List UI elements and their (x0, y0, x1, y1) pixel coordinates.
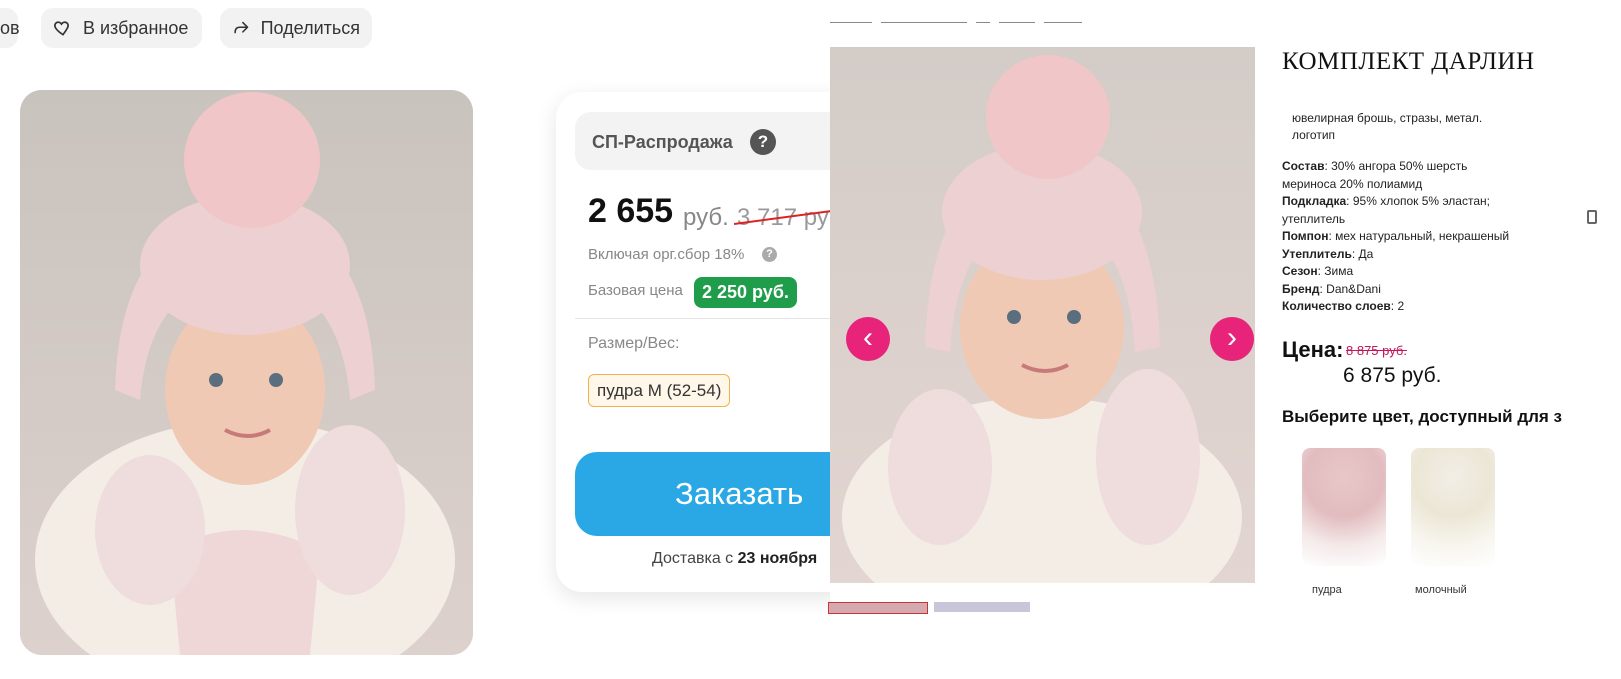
truncated-chip-label: ов (0, 17, 20, 38)
product-detail-panel: ‹ › КОМПЛЕКТ ДАРЛИН ювелирная брошь, стр… (828, 0, 1621, 679)
product-photo[interactable] (20, 90, 473, 655)
color-variant-milk[interactable] (1403, 440, 1503, 570)
breadcrumb-link[interactable] (999, 14, 1036, 23)
base-price-badge: 2 250 руб. (694, 277, 797, 308)
spec-row: Количество слоев: 2 (1282, 299, 1405, 313)
fee-help-icon[interactable]: ? (762, 247, 777, 262)
order-button[interactable]: Заказать (575, 452, 865, 536)
breadcrumb-link[interactable] (881, 14, 968, 23)
delivery-date: 23 ноября (737, 550, 818, 567)
size-label: Размер/Вес: (588, 335, 680, 352)
truncated-chip[interactable]: ов (0, 8, 20, 48)
child-in-hat-image (830, 47, 1255, 637)
child-in-hat-image (20, 90, 473, 655)
spec-row: Бренд: Dan&Dani (1282, 281, 1381, 296)
share-label: Поделиться (260, 17, 360, 38)
price: 2 655 (588, 192, 674, 230)
spec-row: Утеплитель: Да (1282, 246, 1374, 261)
delivery-prefix: Доставка с (652, 550, 734, 567)
spec-row: Состав: 30% ангора 50% шерсть мериноса 2… (1282, 159, 1468, 191)
product-description: ювелирная брошь, стразы, метал. логотип (1292, 111, 1483, 142)
old-price: 8 875 руб. (1346, 343, 1407, 358)
share-icon (234, 21, 249, 34)
color-variant-pudra[interactable] (1294, 440, 1394, 570)
breadcrumb-link[interactable] (1044, 14, 1083, 23)
fee-text: Включая орг.сбор 18% (588, 246, 745, 263)
size-option[interactable]: пудра M (52-54) (588, 374, 731, 407)
price-label: Цена: (1282, 337, 1344, 362)
divider (575, 318, 865, 319)
specs-list: Состав: 30% ангора 50% шерсть мериноса 2… (1282, 158, 1512, 316)
variant-image (1411, 448, 1495, 566)
gallery-thumbnail[interactable] (828, 602, 928, 614)
delivery-info: Доставка с 23 ноября (652, 550, 817, 568)
sale-title: СП-Распродажа (592, 132, 733, 152)
spec-row: Помпон: мех натуральный, некрашеный (1282, 229, 1510, 243)
product-title: КОМПЛЕКТ ДАРЛИН (1282, 48, 1535, 75)
current-price: 6 875 руб. (1343, 364, 1442, 387)
breadcrumb-link[interactable] (976, 14, 991, 23)
scroll-icon[interactable] (1587, 210, 1597, 224)
base-price-label: Базовая цена (588, 282, 683, 299)
heart-icon (54, 21, 69, 36)
prev-arrow-icon[interactable]: ‹ (846, 317, 890, 361)
choose-color-heading: Выберите цвет, доступный для заказа (1282, 407, 1562, 426)
variant-image (1302, 448, 1386, 566)
variant-label: пудра (1312, 584, 1342, 596)
spec-row: Сезон: Зима (1282, 264, 1354, 278)
price-currency: руб. (683, 204, 729, 231)
gallery-thumbnail[interactable] (934, 602, 1030, 612)
share-button[interactable]: Поделиться (220, 8, 372, 48)
breadcrumb (830, 14, 1088, 24)
product-main-photo[interactable] (830, 47, 1255, 637)
next-arrow-icon[interactable]: › (1210, 317, 1254, 361)
price-card: СП-Распродажа ? 2 655 руб. 3 717 руб. Вк… (556, 92, 865, 592)
help-icon[interactable]: ? (750, 129, 776, 155)
variant-label: молочный (1415, 584, 1467, 596)
favorite-button[interactable]: В избранное (41, 8, 202, 48)
breadcrumb-link[interactable] (830, 14, 872, 23)
spec-row: Подкладка: 95% хлопок 5% эластан; утепли… (1282, 194, 1490, 226)
favorite-label: В избранное (83, 17, 189, 38)
